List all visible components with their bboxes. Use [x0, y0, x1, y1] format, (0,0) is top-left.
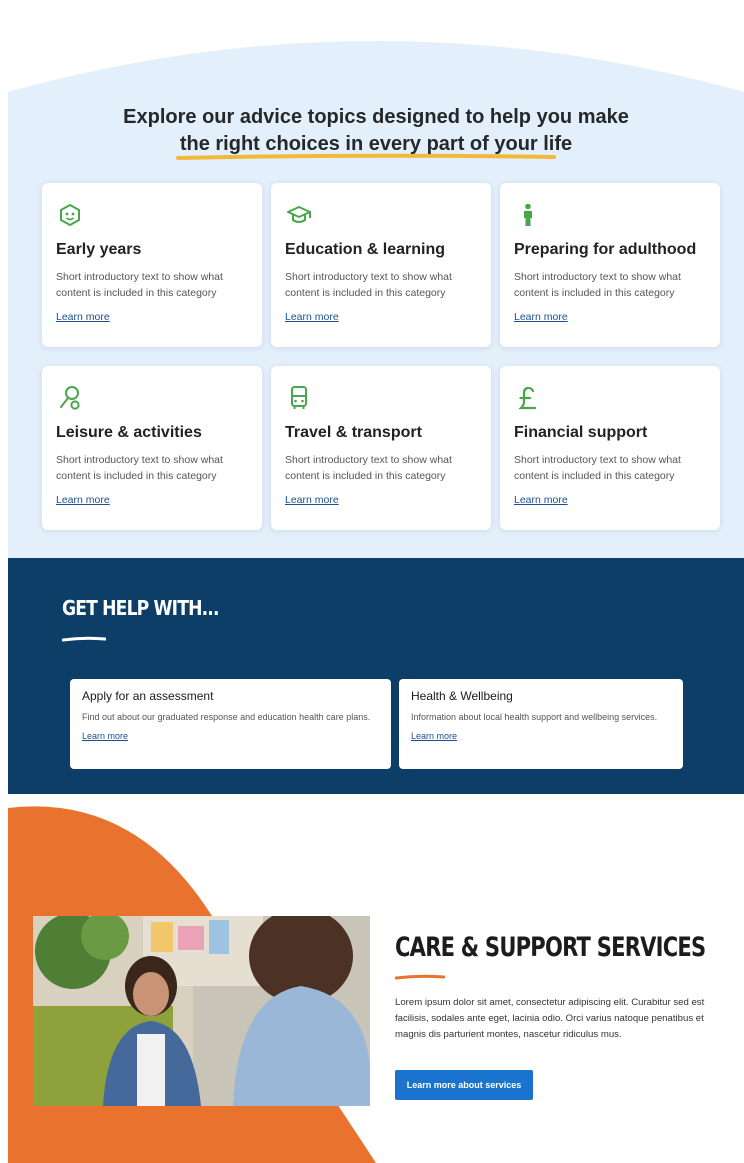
- graduation-cap-icon: [287, 206, 311, 223]
- bus-icon: [291, 386, 307, 409]
- topic-card-education[interactable]: Education & learning Short introductory …: [271, 183, 491, 347]
- learn-more-link[interactable]: Learn more: [411, 731, 457, 741]
- help-card-title: Apply for an assessment: [82, 689, 214, 703]
- topic-card-early-years[interactable]: Early years Short introductory text to s…: [42, 183, 262, 347]
- topic-card-desc: Short introductory text to show what con…: [285, 454, 452, 482]
- topic-card-title: Financial support: [514, 424, 648, 441]
- help-card-wellbeing[interactable]: Health & Wellbeing Information about loc…: [399, 679, 683, 769]
- topic-card-desc: Short introductory text to show what con…: [56, 454, 223, 482]
- activity-icon: [60, 386, 80, 410]
- support-photo: [33, 916, 370, 1106]
- topics-heading-line2: the right choices in every part of your …: [175, 131, 573, 160]
- help-card-desc: Information about local health support a…: [411, 712, 658, 722]
- topic-card-desc: Short introductory text to show what con…: [56, 271, 223, 299]
- get-help-section: GET HELP WITH... Apply for an assessment…: [8, 558, 744, 794]
- learn-more-link[interactable]: Learn more: [82, 731, 128, 741]
- learn-more-link[interactable]: Learn more: [56, 494, 110, 506]
- care-support-title: CARE & SUPPORT SERVICES: [395, 932, 706, 963]
- learn-more-link[interactable]: Learn more: [56, 311, 110, 323]
- topic-card-desc: Short introductory text to show what con…: [285, 271, 452, 299]
- topic-card-leisure[interactable]: Leisure & activities Short introductory …: [42, 366, 262, 530]
- get-help-title: GET HELP WITH...: [62, 596, 219, 620]
- topic-card-desc: Short introductory text to show what con…: [514, 454, 681, 482]
- baby-face-icon: [60, 203, 80, 227]
- topic-card-title: Early years: [56, 241, 142, 258]
- help-card-title: Health & Wellbeing: [411, 689, 513, 703]
- learn-more-link[interactable]: Learn more: [514, 494, 568, 506]
- topic-card-adulthood[interactable]: Preparing for adulthood Short introducto…: [500, 183, 720, 347]
- care-support-body: Lorem ipsum dolor sit amet, consectetur …: [395, 997, 705, 1040]
- topic-card-travel[interactable]: Travel & transport Short introductory te…: [271, 366, 491, 530]
- topics-heading-highlight: the right choices in every part of your …: [179, 133, 573, 155]
- topics-heading-line1: Explore our advice topics designed to he…: [123, 106, 629, 128]
- pound-icon: [518, 386, 537, 410]
- person-icon: [524, 203, 532, 226]
- topic-card-title: Leisure & activities: [56, 424, 202, 441]
- learn-more-services-button[interactable]: Learn more about services: [395, 1070, 533, 1100]
- learn-more-link[interactable]: Learn more: [285, 311, 339, 323]
- help-card-assessment[interactable]: Apply for an assessment Find out about o…: [70, 679, 391, 769]
- topic-card-financial[interactable]: Financial support Short introductory tex…: [500, 366, 720, 530]
- care-support-section: CARE & SUPPORT SERVICES Lorem ipsum dolo…: [8, 794, 744, 1163]
- topic-card-title: Education & learning: [285, 241, 446, 258]
- title-underline: [395, 974, 445, 980]
- help-card-desc: Find out about our graduated response an…: [82, 712, 371, 722]
- topic-card-desc: Short introductory text to show what con…: [514, 271, 681, 299]
- learn-more-link[interactable]: Learn more: [285, 494, 339, 506]
- learn-more-link[interactable]: Learn more: [514, 311, 568, 323]
- title-underline: [62, 636, 106, 642]
- topic-card-title: Travel & transport: [285, 424, 422, 441]
- advice-topics-section: Explore our advice topics designed to he…: [8, 0, 744, 560]
- topic-card-title: Preparing for adulthood: [514, 241, 697, 258]
- topics-heading: Explore our advice topics designed to he…: [8, 104, 744, 160]
